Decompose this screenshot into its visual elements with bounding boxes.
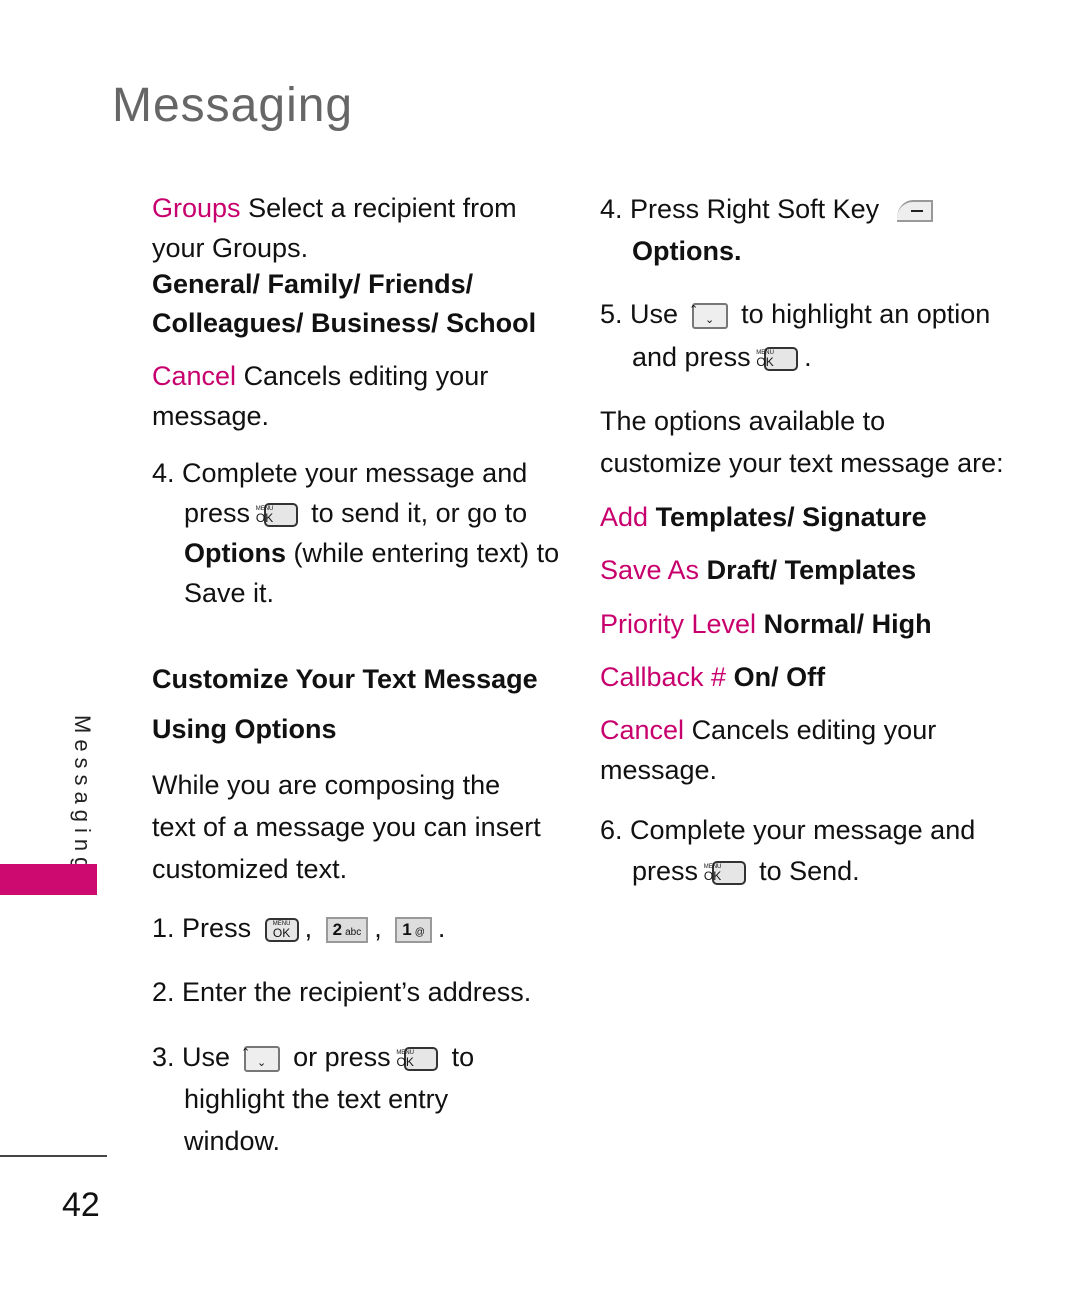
step-number: 5. xyxy=(600,299,623,329)
options-label: Options. xyxy=(632,236,742,266)
step-text: Press xyxy=(182,913,252,943)
groups-entry: Groups Select a recipient from your Grou… xyxy=(152,188,532,268)
cancel-term: Cancel xyxy=(152,361,237,391)
groups-options: General/ Family/ Friends/ Colleagues/ Bu… xyxy=(152,269,537,338)
section-heading: Customize Your Text Message Using Option… xyxy=(152,664,538,744)
left-step-3: 3. Use ⌃ ⌄ or press MENU OK to highlight t… xyxy=(152,1036,544,1162)
cancel-entry-left: Cancel Cancels editing your message. xyxy=(152,356,532,436)
option-term: Priority Level xyxy=(600,609,757,639)
nav-up-down-key-icon: ⌃ ⌄ xyxy=(241,1045,280,1072)
step-text: to Send. xyxy=(759,856,860,886)
page-title: Messaging xyxy=(112,79,354,132)
option-callback: Callback # On/ Off xyxy=(600,657,825,697)
side-tab-marker xyxy=(0,864,97,895)
groups-term: Groups xyxy=(152,193,241,223)
side-tab-label: Messaging xyxy=(70,715,95,876)
step-text: Press Right Soft Key xyxy=(630,194,880,224)
option-value: Normal/ High xyxy=(763,609,932,639)
step-number: 2. xyxy=(152,977,175,1007)
options-intro: The options available to customize your … xyxy=(600,406,1004,478)
step-number: 3. xyxy=(152,1042,175,1072)
option-add: Add Templates/ Signature xyxy=(600,497,927,537)
step-number: 4. xyxy=(152,458,175,488)
option-term: Add xyxy=(600,502,649,532)
step-text: or press xyxy=(293,1042,391,1072)
options-label: Options xyxy=(184,538,286,568)
step-number: 1. xyxy=(152,913,175,943)
nav-up-down-key-icon: ⌃ ⌄ xyxy=(689,302,728,329)
menu-ok-key-icon: MENU OK xyxy=(756,346,799,371)
step-text: Use xyxy=(630,299,679,329)
footer-rule xyxy=(0,1155,107,1157)
section-intro: While you are composing the text of a me… xyxy=(152,770,541,884)
step-text: to send it, or go to xyxy=(311,498,528,528)
left-step-2: 2. Enter the recipient’s address. xyxy=(152,972,552,1012)
key-2-abc-icon: 2 abc xyxy=(325,916,369,943)
option-term: Save As xyxy=(600,555,700,585)
menu-ok-key-icon: MENU OK xyxy=(256,502,298,527)
menu-ok-key-icon: MENU OK xyxy=(396,1046,439,1071)
option-term: Callback # xyxy=(600,662,727,692)
option-priority-level: Priority Level Normal/ High xyxy=(600,604,932,644)
page-number: 42 xyxy=(62,1186,100,1224)
right-step-4: 4. Press Right Soft Key Options. xyxy=(600,188,1032,272)
right-step-5: 5. Use ⌃ ⌄ to highlight an option and pre… xyxy=(600,299,991,372)
option-value: On/ Off xyxy=(733,662,826,692)
left-step-4: 4. Complete your message and press MENU O… xyxy=(152,453,584,613)
option-value: Templates/ Signature xyxy=(655,502,927,532)
key-1-voicemail-icon: 1 @ xyxy=(395,916,432,943)
option-value: Draft/ Templates xyxy=(706,555,917,585)
menu-ok-key-icon: MENU OK xyxy=(704,860,746,885)
cancel-term: Cancel xyxy=(600,715,685,745)
step-text: Use xyxy=(182,1042,231,1072)
step-number: 6. xyxy=(600,815,623,845)
cancel-entry-right: Cancel Cancels editing your message. xyxy=(600,710,980,790)
step-text: Enter the recipient’s address. xyxy=(182,977,532,1007)
right-step-6: 6. Complete your message and press MENU O… xyxy=(600,810,1032,892)
right-soft-key-icon xyxy=(896,199,933,222)
menu-ok-key-icon: MENU OK xyxy=(264,917,299,942)
option-save-as: Save As Draft/ Templates xyxy=(600,550,916,590)
left-step-1: 1. Press MENU OK, 2 abc, 1 @. xyxy=(152,913,446,943)
step-number: 4. xyxy=(600,194,623,224)
